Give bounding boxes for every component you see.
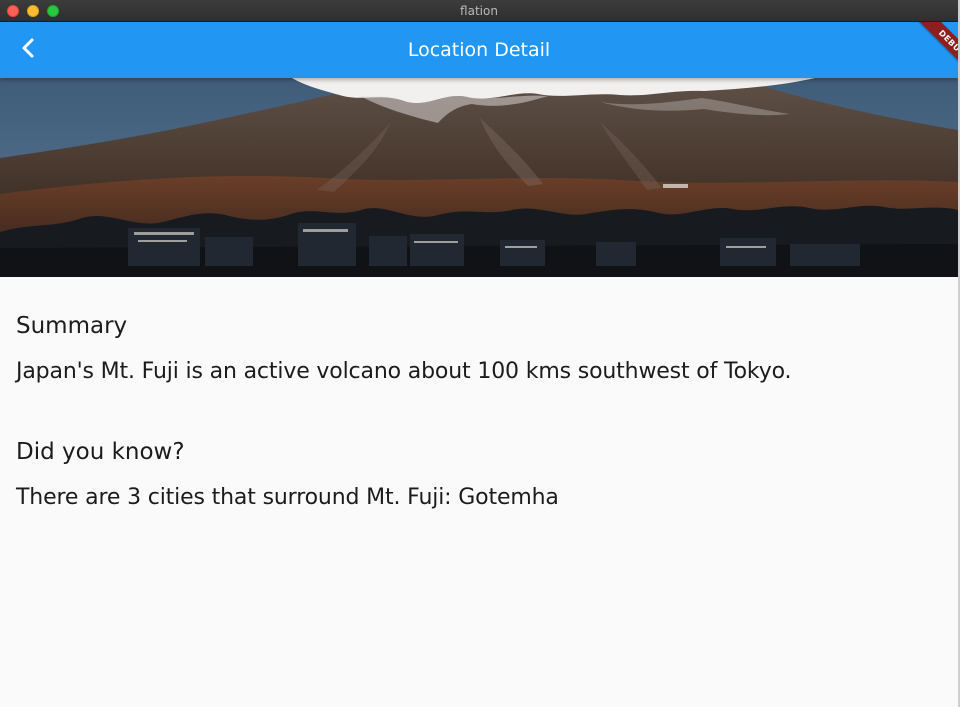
did-you-know-text: There are 3 cities that surround Mt. Fuj… [16, 485, 559, 510]
summary-heading: Summary [16, 313, 128, 339]
app-window: flation Location Detail DEBUG Summary Ja… [0, 0, 958, 707]
mt-fuji-photo [0, 78, 958, 277]
window-titlebar[interactable]: flation [0, 0, 958, 22]
location-detail-content: Summary Japan's Mt. Fuji is an active vo… [0, 277, 958, 707]
hero-image [0, 78, 958, 277]
debug-banner: DEBUG [898, 22, 958, 82]
did-you-know-heading: Did you know? [16, 439, 185, 465]
summary-text: Japan's Mt. Fuji is an active volcano ab… [16, 359, 792, 384]
window-title: flation [460, 4, 498, 18]
page-title: Location Detail [407, 39, 551, 61]
debug-label: DEBUG [916, 22, 958, 79]
app-bar: Location Detail [0, 22, 958, 78]
